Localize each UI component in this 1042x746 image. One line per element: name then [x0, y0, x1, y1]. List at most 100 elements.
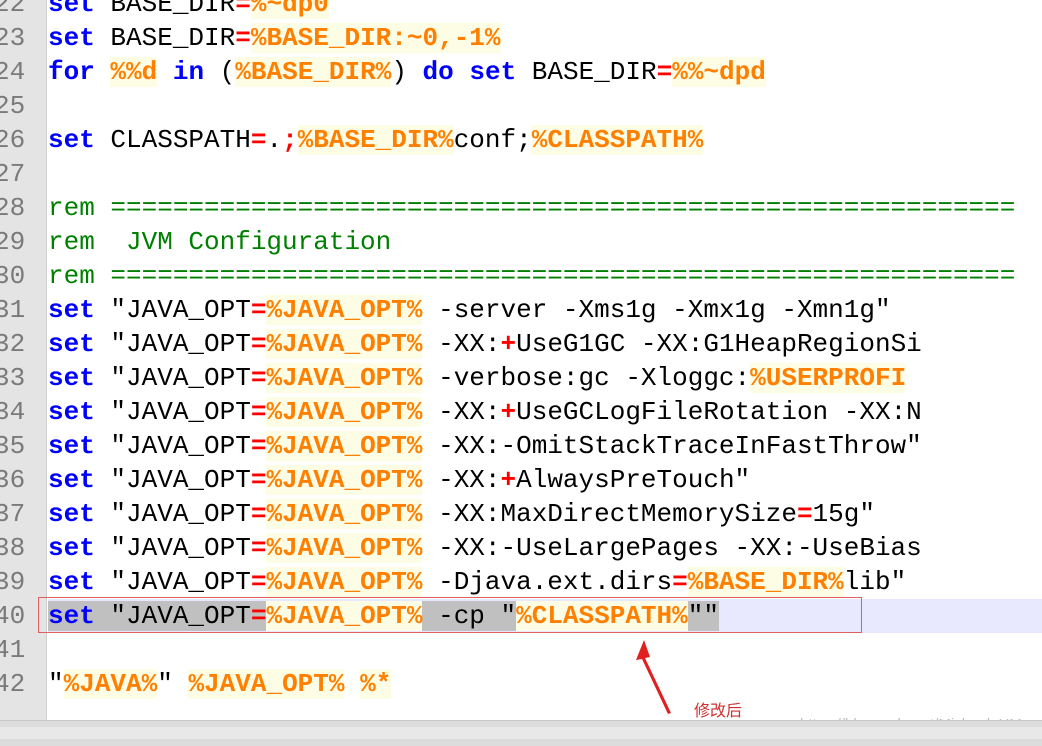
keyword-token: for	[48, 57, 95, 87]
variable-token: %JAVA_OPT%	[266, 397, 423, 427]
code-line[interactable]: "%JAVA%" %JAVA_OPT% %*	[48, 667, 392, 701]
text-token: lib"	[843, 567, 907, 597]
keyword-token: set	[48, 499, 95, 529]
variable-token: %JAVA_OPT%	[266, 295, 423, 325]
text-token: )	[391, 57, 423, 87]
line-number: 22	[0, 0, 26, 19]
variable-token: %USERPROFI	[750, 363, 907, 393]
operator-token: =	[250, 363, 267, 393]
code-line[interactable]: rem JVM Configuration	[48, 225, 391, 259]
text-token: -XX:	[422, 397, 501, 427]
operator-token: =	[250, 329, 267, 359]
text-token: UseG1GC -XX:G1HeapRegionSi	[516, 329, 922, 359]
variable-token: %%d	[110, 57, 158, 87]
scrollbar-track[interactable]	[0, 727, 1042, 739]
keyword-token: set	[48, 329, 95, 359]
line-number: 39	[0, 567, 26, 597]
keyword-token: set	[48, 125, 95, 155]
keyword-token: set	[48, 0, 95, 19]
operator-token: +	[500, 397, 517, 427]
keyword-token: set	[48, 431, 95, 461]
line-number: 33	[0, 363, 26, 393]
code-line[interactable]: rem ====================================…	[48, 259, 1015, 293]
code-line[interactable]: set "JAVA_OPT=%JAVA_OPT% -verbose:gc -Xl…	[48, 361, 907, 395]
operator-token: +	[500, 329, 517, 359]
code-line[interactable]: set BASE_DIR=%~dp0	[48, 0, 329, 21]
operator-token: =	[250, 397, 267, 427]
line-number: 41	[0, 635, 26, 665]
code-line[interactable]: set "JAVA_OPT=%JAVA_OPT% -Djava.ext.dirs…	[48, 565, 906, 599]
text-token: "JAVA_OPT	[94, 431, 251, 461]
operator-token: =	[250, 295, 267, 325]
line-number: 38	[0, 533, 26, 563]
comment-token: rem ====================================…	[48, 193, 1016, 223]
code-line[interactable]: set "JAVA_OPT=%JAVA_OPT% -XX:MaxDirectMe…	[48, 497, 875, 531]
text-token: -XX:MaxDirectMemorySize	[422, 499, 797, 529]
variable-token: %JAVA_OPT%	[266, 499, 423, 529]
variable-token: %BASE_DIR:~0,-1%	[250, 23, 501, 53]
text-token: AlwaysPreTouch"	[516, 465, 751, 495]
operator-token: +	[500, 465, 517, 495]
line-number: 40	[0, 601, 26, 631]
code-line[interactable]: set "JAVA_OPT=%JAVA_OPT% -XX:+UseG1GC -X…	[48, 327, 922, 361]
variable-token: %JAVA_OPT%	[266, 567, 423, 597]
text-token: BASE_DIR	[94, 23, 236, 53]
variable-token: %*	[360, 669, 392, 699]
text-token: "JAVA_OPT	[94, 465, 251, 495]
code-line[interactable]: for %%d in (%BASE_DIR%) do set BASE_DIR=…	[48, 55, 766, 89]
line-number: 29	[0, 227, 26, 257]
operator-token: =	[250, 431, 267, 461]
text-token: "JAVA_OPT	[94, 295, 251, 325]
red-arrow-icon	[636, 640, 671, 714]
variable-token: %BASE_DIR%	[687, 567, 844, 597]
variable-token: %JAVA%	[63, 669, 158, 699]
operator-token: =	[250, 533, 267, 563]
comment-token: rem ====================================…	[48, 261, 1016, 291]
code-line[interactable]: set BASE_DIR=%BASE_DIR:~0,-1%	[48, 21, 501, 55]
comment-token: rem JVM Configuration	[48, 227, 392, 257]
variable-token: %JAVA_OPT%	[188, 669, 345, 699]
text-token: BASE_DIR	[94, 0, 236, 19]
text-token: "JAVA_OPT	[94, 397, 251, 427]
text-token: 15g"	[812, 499, 875, 529]
code-line[interactable]: set "JAVA_OPT=%JAVA_OPT% -XX:-UseLargePa…	[48, 531, 922, 565]
operator-token: ;	[282, 125, 298, 155]
text-token: "	[48, 669, 64, 699]
code-line[interactable]: rem ====================================…	[48, 191, 1015, 225]
variable-token: %JAVA_OPT%	[266, 533, 423, 563]
line-number: 30	[0, 261, 26, 291]
keyword-token: in	[172, 57, 205, 87]
text-token: -XX:-OmitStackTraceInFastThrow"	[422, 431, 922, 461]
code-line[interactable]: set "JAVA_OPT=%JAVA_OPT% -server -Xms1g …	[48, 293, 891, 327]
keyword-token: do	[422, 57, 454, 87]
variable-token: %%~dpd	[672, 57, 766, 87]
variable-token: %BASE_DIR%	[297, 125, 454, 155]
code-line[interactable]: set CLASSPATH=.;%BASE_DIR%conf;%CLASSPAT…	[48, 123, 704, 157]
keyword-token: set	[48, 465, 95, 495]
code-editor[interactable]: 22 23 24 25 26 27 28 29 30 31 32 33 34 35 36 37 38 39 40 41…	[0, 0, 1042, 720]
text-token: "JAVA_OPT	[94, 363, 251, 393]
operator-token: =	[250, 499, 267, 529]
code-line[interactable]: set "JAVA_OPT=%JAVA_OPT% -XX:-OmitStackT…	[48, 429, 922, 463]
text-token: -XX:	[422, 329, 501, 359]
variable-token: %CLASSPATH%	[531, 125, 704, 155]
operator-token: =	[250, 125, 267, 155]
line-number: 24	[0, 57, 26, 87]
keyword-token: set	[48, 295, 95, 325]
text-token: -verbose:gc -Xloggc:	[422, 363, 751, 393]
operator-token: =	[235, 23, 251, 53]
operator-token: =	[250, 465, 267, 495]
text-token: UseGCLogFileRotation -XX:N	[516, 397, 922, 427]
horizontal-scrollbar[interactable]	[0, 720, 1042, 746]
keyword-token: set	[48, 363, 95, 393]
annotation-label: 修改后	[694, 701, 743, 720]
line-number: 42	[0, 669, 26, 699]
code-line[interactable]: set "JAVA_OPT=%JAVA_OPT% -XX:+AlwaysPreT…	[48, 463, 750, 497]
line-number: 26	[0, 125, 26, 155]
text-token: BASE_DIR	[516, 57, 657, 87]
code-line[interactable]: set "JAVA_OPT=%JAVA_OPT% -XX:+UseGCLogFi…	[48, 395, 922, 429]
variable-token: %~dp0	[250, 0, 329, 19]
